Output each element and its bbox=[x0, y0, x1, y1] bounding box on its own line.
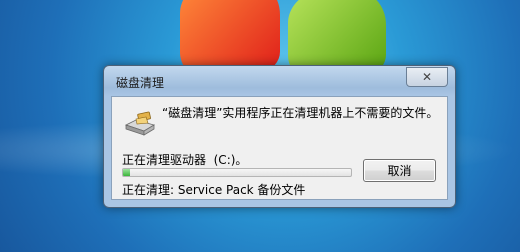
cancel-button[interactable]: 取消 bbox=[363, 159, 436, 182]
cleanup-progress-bar bbox=[122, 168, 352, 177]
dialog-content: “磁盘清理”实用程序正在清理机器上不需要的文件。 正在清理驱动器 (C:)。 正… bbox=[111, 96, 448, 200]
close-button[interactable]: ✕ bbox=[406, 67, 448, 87]
drive-status-text: 正在清理驱动器 (C:)。 bbox=[122, 153, 248, 167]
title-bar[interactable]: 磁盘清理 ✕ bbox=[104, 66, 455, 96]
cleanup-status-text: 正在清理: Service Pack 备份文件 bbox=[122, 183, 306, 197]
dialog-message: “磁盘清理”实用程序正在清理机器上不需要的文件。 bbox=[162, 106, 439, 120]
progress-fill bbox=[123, 169, 130, 176]
dialog-title: 磁盘清理 bbox=[116, 76, 165, 90]
close-icon: ✕ bbox=[421, 70, 433, 84]
disk-cleanup-dialog: 磁盘清理 ✕ “磁盘清理”实用程序正在清理机器上不需要的文件。 正在清理驱动器 … bbox=[103, 65, 456, 208]
disk-cleanup-icon bbox=[124, 111, 156, 136]
